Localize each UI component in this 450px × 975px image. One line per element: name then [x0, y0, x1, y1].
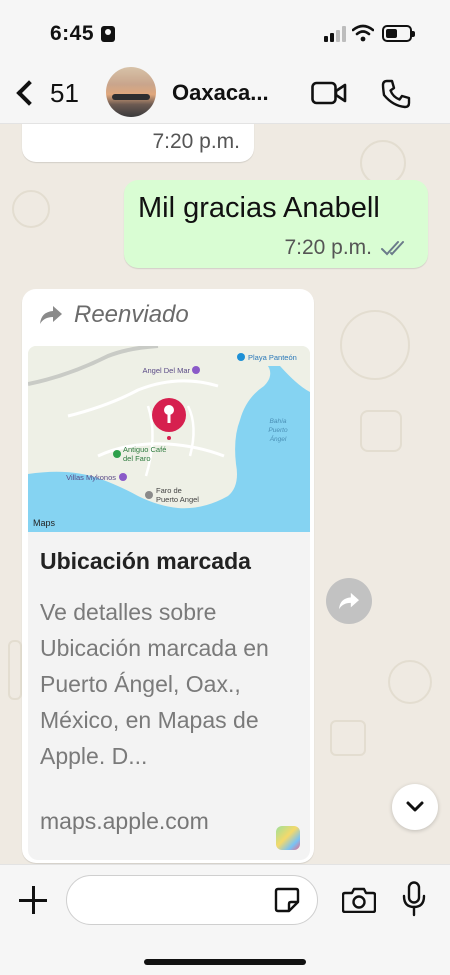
sticker-icon[interactable]: [274, 887, 300, 913]
cellular-signal-icon: [324, 26, 346, 42]
map-label-puerto-angel: Puerto Angel: [156, 495, 199, 504]
message-time: 7:20 p.m.: [152, 130, 240, 153]
forwarded-label: Reenviado: [74, 301, 189, 328]
forwarded-indicator: Reenviado: [38, 301, 189, 329]
battery-icon: [382, 25, 415, 42]
scroll-to-bottom-button[interactable]: [392, 784, 438, 830]
home-indicator: [144, 959, 306, 965]
chat-title[interactable]: Oaxaca...: [172, 80, 269, 106]
chevron-left-icon: [16, 80, 42, 106]
map-label-del-faro: del Faro: [123, 454, 151, 463]
link-description: Ve detalles sobre Ubicación marcada en P…: [40, 599, 269, 769]
map-label-antiguo-cafe: Antiguo Café: [123, 445, 166, 454]
contact-card-icon: [101, 26, 115, 42]
map-label-angel: Ángel: [269, 434, 287, 443]
chat-header: 51 Oaxaca...: [0, 62, 450, 124]
forward-arrow-icon: [40, 306, 62, 324]
video-call-icon[interactable]: [311, 81, 347, 105]
chevron-down-icon: [406, 801, 424, 812]
link-domain: maps.apple.com: [40, 808, 209, 834]
message-composer: [0, 864, 450, 975]
map-attribution: Maps: [33, 518, 56, 528]
forward-arrow-icon: [339, 592, 359, 610]
message-meta: 7:20 p.m.: [284, 236, 412, 260]
map-label-playa-panteon: Playa Panteón: [248, 353, 297, 362]
phone-icon[interactable]: [380, 78, 412, 110]
forwarded-location-message[interactable]: Reenviado Angel Del Mar Playa Panteón An…: [22, 289, 314, 863]
unread-chats-count: 51: [50, 77, 79, 108]
camera-icon[interactable]: [342, 887, 376, 913]
attach-plus-button[interactable]: [18, 885, 48, 915]
map-thumbnail[interactable]: Angel Del Mar Playa Panteón Antiguo Café…: [28, 346, 310, 532]
group-avatar[interactable]: [106, 67, 156, 117]
map-label-faro-de: Faro de: [156, 486, 182, 495]
map-label-angel-del-mar: Angel Del Mar: [142, 366, 190, 375]
link-title: Ubicación marcada: [40, 548, 251, 574]
map-graphic: Angel Del Mar Playa Panteón Antiguo Café…: [28, 346, 310, 532]
wifi-icon: [352, 24, 374, 42]
double-check-icon: [381, 241, 404, 256]
message-time: 7:20 p.m.: [284, 236, 372, 259]
back-button[interactable]: 51: [10, 72, 79, 114]
microphone-icon[interactable]: [401, 881, 427, 917]
map-label-puerto: Puerto: [268, 427, 288, 434]
map-label-bahia: Bahía: [270, 418, 287, 425]
apple-maps-icon: [276, 826, 300, 850]
status-time: 6:45: [50, 22, 95, 45]
message-text: Mil gracias Anabell: [138, 192, 380, 224]
share-forward-button[interactable]: [326, 578, 372, 624]
map-label-villas-mykonos: Villas Mykonos: [66, 473, 116, 482]
outgoing-message-bubble[interactable]: Mil gracias Anabell 7:20 p.m.: [124, 180, 428, 268]
link-preview[interactable]: Ubicación marcada Ve detalles sobre Ubic…: [28, 532, 310, 860]
status-bar: 6:45: [0, 0, 450, 62]
